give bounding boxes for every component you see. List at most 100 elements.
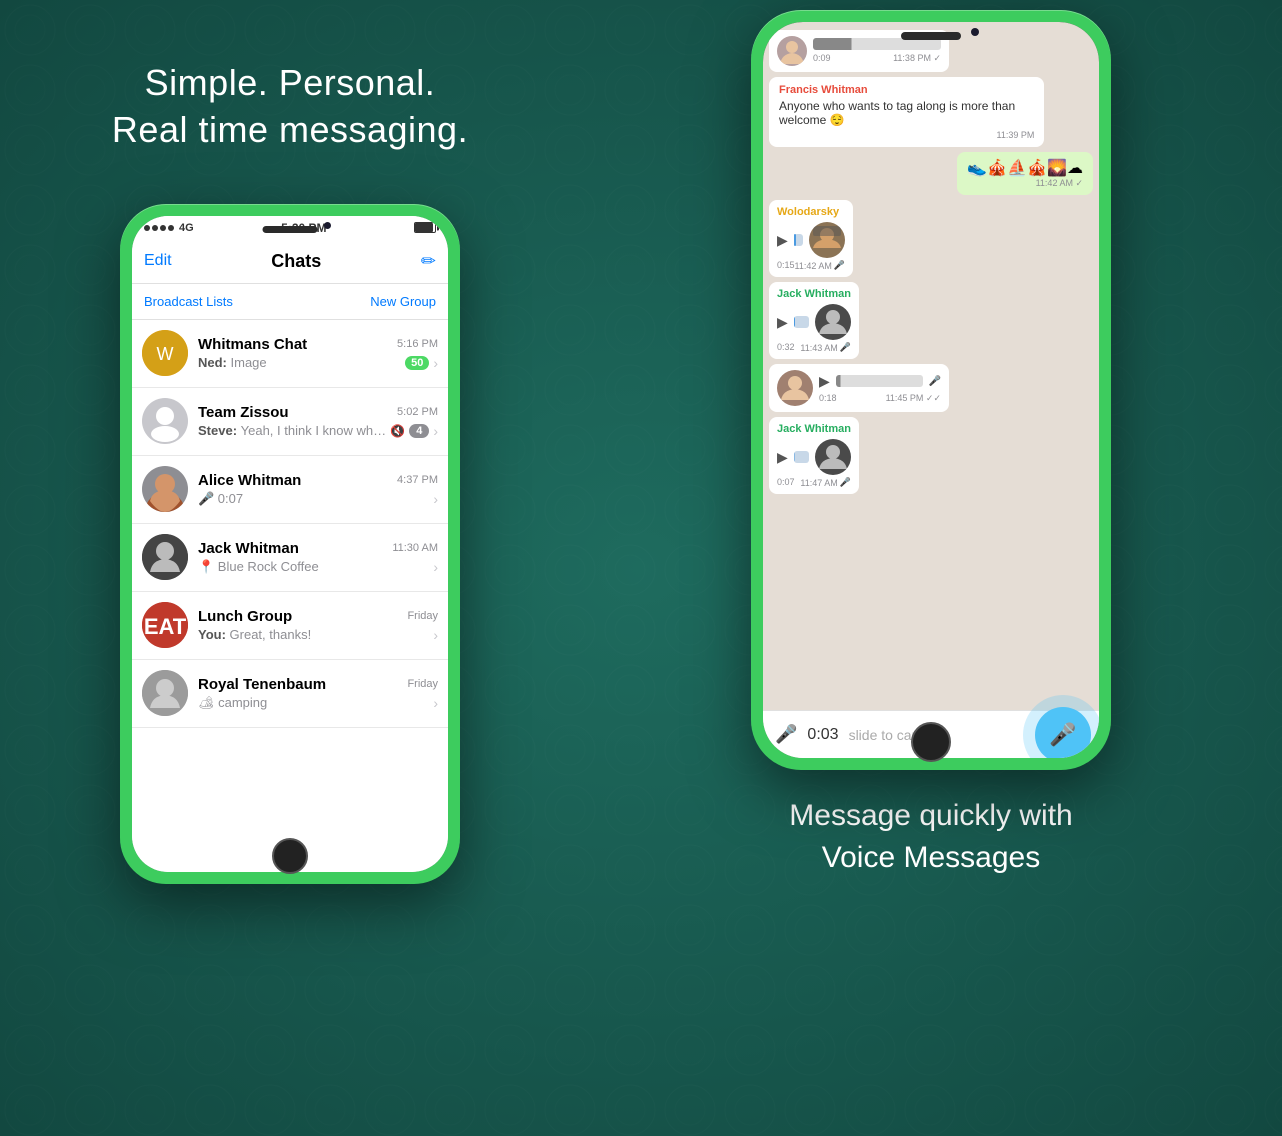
mic-018: 🎤 xyxy=(929,376,941,387)
chat-item-jack[interactable]: Jack Whitman 11:30 AM 📍 Blue Rock Coffee… xyxy=(132,524,448,592)
nav-bar: Edit Chats ✏ xyxy=(132,240,448,284)
new-group-button[interactable]: New Group xyxy=(370,294,436,309)
jack-007-footer: 0:07 11:47 AM 🎤 xyxy=(777,477,851,488)
chat-name-whitmans: Whitmans Chat xyxy=(198,336,307,353)
chevron-jack: › xyxy=(433,559,438,575)
chat-name-lunch: Lunch Group xyxy=(198,608,292,625)
chat-preview-text-zissou: Steve: Yeah, I think I know wha... xyxy=(198,423,390,438)
chat-item-whitmans[interactable]: W Whitmans Chat 5:16 PM Ned: Image xyxy=(132,320,448,388)
chat-preview-text-alice: 🎤 0:07 xyxy=(198,491,433,507)
edit-button[interactable]: Edit xyxy=(144,252,172,270)
francis-text: Anyone who wants to tag along is more th… xyxy=(779,99,1034,127)
avatar-voice-018 xyxy=(777,370,813,406)
play-btn-wolodarsky[interactable]: ▶ xyxy=(777,232,788,249)
voice-avatar-1 xyxy=(777,36,807,66)
sub-nav: Broadcast Lists New Group xyxy=(132,284,448,320)
waveform-jack-032 xyxy=(794,316,809,328)
chat-name-zissou: Team Zissou xyxy=(198,404,289,421)
chat-preview-alice: 🎤 0:07 › xyxy=(198,491,438,507)
chat-preview-royal: 🏕 camping › xyxy=(198,695,438,711)
chat-time-alice: 4:37 PM xyxy=(397,474,438,486)
avatar-jack-007 xyxy=(815,439,851,475)
jack-032-duration: 0:32 xyxy=(777,342,795,353)
signal-dot-1 xyxy=(144,225,150,231)
phone-home-button-right[interactable] xyxy=(911,722,951,762)
chat-preview-text-lunch: You: Great, thanks! xyxy=(198,627,433,642)
msg-voice-018: ▶ 🎤 0:18 11:45 PM ✓✓ xyxy=(769,364,949,412)
record-button[interactable]: 🎤 xyxy=(1035,707,1091,759)
jack-032-footer: 0:32 11:43 AM 🎤 xyxy=(777,342,851,353)
voice-018-duration: 0:18 xyxy=(819,393,837,404)
record-mic-icon: 🎤 xyxy=(775,724,797,745)
chat-content-royal: Royal Tenenbaum Friday 🏕 camping › xyxy=(198,676,438,711)
chat-header-whitmans: Whitmans Chat 5:16 PM xyxy=(198,336,438,353)
chat-list: W Whitmans Chat 5:16 PM Ned: Image xyxy=(132,320,448,872)
chat-header-royal: Royal Tenenbaum Friday xyxy=(198,676,438,693)
msg-emoji-sent: 👟🎪⛵🎪🌄☁ 11:42 AM ✓ xyxy=(957,152,1093,195)
chat-item-lunch[interactable]: EAT Lunch Group Friday You: Great, thank… xyxy=(132,592,448,660)
phone-inner-left: 4G 5:20 PM Edit Chats ✏ Broadcast Lists xyxy=(132,216,448,872)
emoji-content: 👟🎪⛵🎪🌄☁ xyxy=(967,158,1083,178)
chat-content-lunch: Lunch Group Friday You: Great, thanks! › xyxy=(198,608,438,643)
compose-button[interactable]: ✏ xyxy=(421,251,436,272)
chat-preview-lunch: You: Great, thanks! › xyxy=(198,627,438,643)
phone-camera-right xyxy=(971,28,979,36)
signal-dot-3 xyxy=(160,225,166,231)
badge-zissou: 4 xyxy=(409,424,429,438)
play-btn-018[interactable]: ▶ xyxy=(819,373,830,390)
msg-francis: Francis Whitman Anyone who wants to tag … xyxy=(769,77,1044,147)
chat-name-royal: Royal Tenenbaum xyxy=(198,676,326,693)
chat-header-lunch: Lunch Group Friday xyxy=(198,608,438,625)
mic-icon: 🎤 xyxy=(1049,722,1076,748)
chat-item-zissou[interactable]: Team Zissou 5:02 PM Steve: Yeah, I think… xyxy=(132,388,448,456)
voice-018-content: ▶ 🎤 0:18 11:45 PM ✓✓ xyxy=(819,373,941,404)
waveform-jack-007 xyxy=(794,451,809,463)
avatar-zissou xyxy=(142,398,188,444)
chat-name-jack: Jack Whitman xyxy=(198,540,299,557)
jack-007-sender: Jack Whitman xyxy=(777,423,851,435)
chat-meta-whitmans: 50 › xyxy=(405,355,438,371)
chat-item-alice[interactable]: Alice Whitman 4:37 PM 🎤 0:07 › xyxy=(132,456,448,524)
left-tagline: Simple. Personal. Real time messaging. xyxy=(112,60,468,154)
emoji-time: 11:42 AM ✓ xyxy=(967,178,1083,189)
phone-speaker-right xyxy=(901,32,961,40)
phone-screen-left: 4G 5:20 PM Edit Chats ✏ Broadcast Lists xyxy=(132,216,448,872)
chat-preview-text-whitmans: Ned: Image xyxy=(198,355,405,370)
chat-name-alice: Alice Whitman xyxy=(198,472,301,489)
chat-time-zissou: 5:02 PM xyxy=(397,406,438,418)
signal-dot-2 xyxy=(152,225,158,231)
chat-messages: 0:09 11:38 PM ✓ Francis Whitman Anyone w… xyxy=(763,22,1099,710)
chevron-lunch: › xyxy=(433,627,438,643)
msg-wolodarsky: Wolodarsky ▶ xyxy=(769,200,853,277)
play-btn-jack-032[interactable]: ▶ xyxy=(777,314,788,331)
chat-time-whitmans: 5:16 PM xyxy=(397,338,438,350)
jack-007-bubble: Jack Whitman ▶ 0:07 xyxy=(769,417,859,494)
chat-time-jack: 11:30 AM xyxy=(392,542,438,554)
wolodarsky-duration: 0:15 xyxy=(777,260,795,271)
broadcast-lists-button[interactable]: Broadcast Lists xyxy=(144,294,233,309)
phone-camera xyxy=(324,222,331,229)
chevron-zissou: › xyxy=(433,423,438,439)
svg-text:W: W xyxy=(157,344,174,364)
left-side: Simple. Personal. Real time messaging. xyxy=(0,0,580,1136)
msg-jack-032: Jack Whitman ▶ 0:32 xyxy=(769,282,859,359)
jack-007-time: 11:47 AM 🎤 xyxy=(800,477,851,488)
francis-bubble: Francis Whitman Anyone who wants to tag … xyxy=(769,77,1044,147)
avatar-jack-032 xyxy=(815,304,851,340)
phone-screen-right: 0:09 11:38 PM ✓ Francis Whitman Anyone w… xyxy=(763,22,1099,758)
voice-018-controls: ▶ 🎤 xyxy=(819,373,941,390)
muted-icon-zissou: 🔇 xyxy=(390,424,405,438)
voice-018-footer: 0:18 11:45 PM ✓✓ xyxy=(819,393,941,404)
phone-home-button-left[interactable] xyxy=(272,838,308,874)
chat-header-jack: Jack Whitman 11:30 AM xyxy=(198,540,438,557)
chat-meta-zissou: 🔇 4 › xyxy=(390,423,438,439)
voice-footer-1: 0:09 11:38 PM ✓ xyxy=(813,53,941,64)
chat-content-zissou: Team Zissou 5:02 PM Steve: Yeah, I think… xyxy=(198,404,438,439)
chat-item-royal[interactable]: Royal Tenenbaum Friday 🏕 camping › xyxy=(132,660,448,728)
chat-header-zissou: Team Zissou 5:02 PM xyxy=(198,404,438,421)
chat-time-royal: Friday xyxy=(407,678,438,690)
signal-area: 4G xyxy=(144,222,194,234)
play-btn-jack-007[interactable]: ▶ xyxy=(777,449,788,466)
page-layout: Simple. Personal. Real time messaging. xyxy=(0,0,1282,1136)
avatar-royal xyxy=(142,670,188,716)
